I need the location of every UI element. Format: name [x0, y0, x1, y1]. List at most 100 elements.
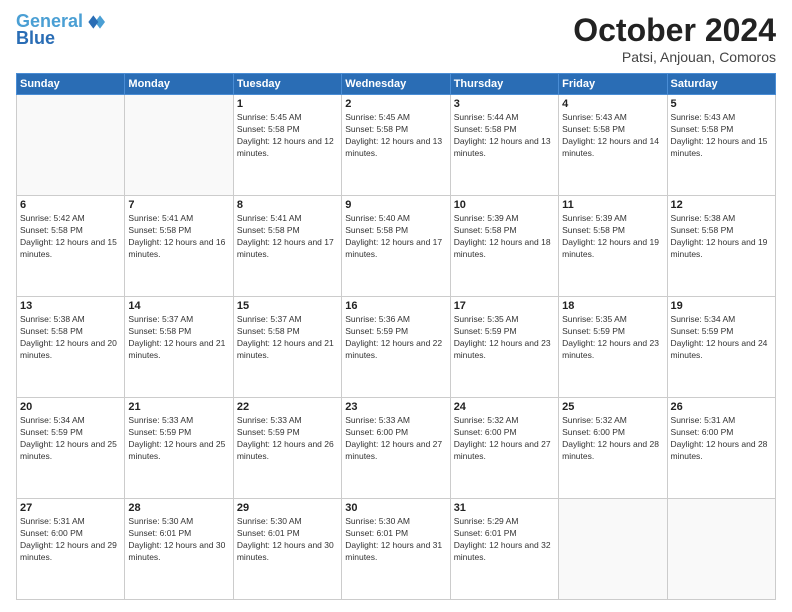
table-row: 7 Sunrise: 5:41 AMSunset: 5:58 PMDaylight… [125, 196, 233, 297]
logo-icon [85, 12, 105, 32]
day-number: 10 [454, 199, 555, 211]
day-info: Sunrise: 5:30 AMSunset: 6:01 PMDaylight:… [128, 516, 229, 564]
table-row: 11Sunrise: 5:39 AMSunset: 5:58 PMDayligh… [559, 196, 667, 297]
table-row: 15 Sunrise: 5:37 AMSunset: 5:58 PMDayligh… [233, 297, 341, 398]
header-thursday: Thursday [450, 74, 558, 95]
day-number: 26 [671, 401, 772, 413]
calendar-week-row: 6Sunrise: 5:42 AMSunset: 5:58 PMDaylight… [17, 196, 776, 297]
table-row: 10Sunrise: 5:39 AMSunset: 5:58 PMDayligh… [450, 196, 558, 297]
day-number: 9 [345, 199, 446, 211]
table-row: 25 Sunrise: 5:32 AMSunset: 6:00 PMDayligh… [559, 398, 667, 499]
day-info: Sunrise: 5:34 AMSunset: 5:59 PMDaylight:… [20, 415, 121, 463]
table-row: 3 Sunrise: 5:44 AMSunset: 5:58 PMDaylight… [450, 95, 558, 196]
day-info: Sunrise: 5:31 AMSunset: 6:00 PMDaylight:… [671, 415, 772, 463]
day-info: Sunrise: 5:45 AMSunset: 5:58 PMDaylight:… [345, 112, 446, 160]
table-row: 26 Sunrise: 5:31 AMSunset: 6:00 PMDayligh… [667, 398, 775, 499]
day-number: 21 [128, 401, 229, 413]
day-info: Sunrise: 5:31 AMSunset: 6:00 PMDaylight:… [20, 516, 121, 564]
table-row [667, 499, 775, 600]
day-number: 23 [345, 401, 446, 413]
day-number: 16 [345, 300, 446, 312]
location: Patsi, Anjouan, Comoros [573, 49, 776, 65]
table-row: 5 Sunrise: 5:43 AMSunset: 5:58 PMDaylight… [667, 95, 775, 196]
day-info: Sunrise: 5:41 AMSunset: 5:58 PMDaylight:… [237, 213, 338, 261]
day-info: Sunrise: 5:32 AMSunset: 6:00 PMDaylight:… [454, 415, 555, 463]
day-number: 24 [454, 401, 555, 413]
day-info: Sunrise: 5:41 AMSunset: 5:58 PMDaylight:… [128, 213, 229, 261]
header-friday: Friday [559, 74, 667, 95]
table-row: 9 Sunrise: 5:40 AMSunset: 5:58 PMDaylight… [342, 196, 450, 297]
day-number: 15 [237, 300, 338, 312]
day-number: 17 [454, 300, 555, 312]
day-info: Sunrise: 5:44 AMSunset: 5:58 PMDaylight:… [454, 112, 555, 160]
page: General Blue October 2024 Patsi, Anjouan… [0, 0, 792, 612]
day-info: Sunrise: 5:45 AMSunset: 5:58 PMDaylight:… [237, 112, 338, 160]
day-number: 19 [671, 300, 772, 312]
table-row: 2 Sunrise: 5:45 AMSunset: 5:58 PMDaylight… [342, 95, 450, 196]
day-number: 1 [237, 98, 338, 110]
day-number: 18 [562, 300, 663, 312]
header-saturday: Saturday [667, 74, 775, 95]
day-info: Sunrise: 5:33 AMSunset: 5:59 PMDaylight:… [237, 415, 338, 463]
table-row: 24 Sunrise: 5:32 AMSunset: 6:00 PMDayligh… [450, 398, 558, 499]
day-number: 6 [20, 199, 121, 211]
day-number: 28 [128, 502, 229, 514]
day-info: Sunrise: 5:43 AMSunset: 5:58 PMDaylight:… [671, 112, 772, 160]
table-row: 4 Sunrise: 5:43 AMSunset: 5:58 PMDaylight… [559, 95, 667, 196]
day-info: Sunrise: 5:40 AMSunset: 5:58 PMDaylight:… [345, 213, 446, 261]
day-info: Sunrise: 5:43 AMSunset: 5:58 PMDaylight:… [562, 112, 663, 160]
day-number: 7 [128, 199, 229, 211]
day-info: Sunrise: 5:30 AMSunset: 6:01 PMDaylight:… [345, 516, 446, 564]
table-row: 30 Sunrise: 5:30 AMSunset: 6:01 PMDayligh… [342, 499, 450, 600]
table-row [559, 499, 667, 600]
table-row: 21 Sunrise: 5:33 AMSunset: 5:59 PMDayligh… [125, 398, 233, 499]
day-info: Sunrise: 5:37 AMSunset: 5:58 PMDaylight:… [128, 314, 229, 362]
calendar-week-row: 27Sunrise: 5:31 AMSunset: 6:00 PMDayligh… [17, 499, 776, 600]
day-info: Sunrise: 5:39 AMSunset: 5:58 PMDaylight:… [562, 213, 663, 261]
table-row: 6Sunrise: 5:42 AMSunset: 5:58 PMDaylight… [17, 196, 125, 297]
day-number: 22 [237, 401, 338, 413]
table-row: 28 Sunrise: 5:30 AMSunset: 6:01 PMDayligh… [125, 499, 233, 600]
day-number: 5 [671, 98, 772, 110]
month-title: October 2024 [573, 12, 776, 49]
day-number: 12 [671, 199, 772, 211]
day-info: Sunrise: 5:30 AMSunset: 6:01 PMDaylight:… [237, 516, 338, 564]
day-number: 31 [454, 502, 555, 514]
calendar-header-row: Sunday Monday Tuesday Wednesday Thursday… [17, 74, 776, 95]
table-row: 14 Sunrise: 5:37 AMSunset: 5:58 PMDayligh… [125, 297, 233, 398]
calendar-table: Sunday Monday Tuesday Wednesday Thursday… [16, 73, 776, 600]
day-info: Sunrise: 5:38 AMSunset: 5:58 PMDaylight:… [671, 213, 772, 261]
table-row: 17 Sunrise: 5:35 AMSunset: 5:59 PMDayligh… [450, 297, 558, 398]
table-row [17, 95, 125, 196]
day-number: 4 [562, 98, 663, 110]
day-info: Sunrise: 5:34 AMSunset: 5:59 PMDaylight:… [671, 314, 772, 362]
table-row: 23 Sunrise: 5:33 AMSunset: 6:00 PMDayligh… [342, 398, 450, 499]
day-number: 3 [454, 98, 555, 110]
header: General Blue October 2024 Patsi, Anjouan… [16, 12, 776, 65]
day-info: Sunrise: 5:37 AMSunset: 5:58 PMDaylight:… [237, 314, 338, 362]
day-info: Sunrise: 5:35 AMSunset: 5:59 PMDaylight:… [562, 314, 663, 362]
table-row: 12 Sunrise: 5:38 AMSunset: 5:58 PMDayligh… [667, 196, 775, 297]
table-row: 18 Sunrise: 5:35 AMSunset: 5:59 PMDayligh… [559, 297, 667, 398]
day-number: 14 [128, 300, 229, 312]
day-number: 25 [562, 401, 663, 413]
day-number: 29 [237, 502, 338, 514]
header-monday: Monday [125, 74, 233, 95]
day-number: 2 [345, 98, 446, 110]
day-number: 30 [345, 502, 446, 514]
table-row: 29 Sunrise: 5:30 AMSunset: 6:01 PMDayligh… [233, 499, 341, 600]
header-sunday: Sunday [17, 74, 125, 95]
day-info: Sunrise: 5:29 AMSunset: 6:01 PMDaylight:… [454, 516, 555, 564]
day-number: 20 [20, 401, 121, 413]
day-info: Sunrise: 5:35 AMSunset: 5:59 PMDaylight:… [454, 314, 555, 362]
table-row [125, 95, 233, 196]
table-row: 22 Sunrise: 5:33 AMSunset: 5:59 PMDayligh… [233, 398, 341, 499]
header-wednesday: Wednesday [342, 74, 450, 95]
logo: General Blue [16, 12, 105, 49]
table-row: 20 Sunrise: 5:34 AMSunset: 5:59 PMDayligh… [17, 398, 125, 499]
day-info: Sunrise: 5:33 AMSunset: 5:59 PMDaylight:… [128, 415, 229, 463]
calendar-week-row: 1 Sunrise: 5:45 AMSunset: 5:58 PMDaylight… [17, 95, 776, 196]
day-info: Sunrise: 5:32 AMSunset: 6:00 PMDaylight:… [562, 415, 663, 463]
day-info: Sunrise: 5:33 AMSunset: 6:00 PMDaylight:… [345, 415, 446, 463]
day-number: 8 [237, 199, 338, 211]
